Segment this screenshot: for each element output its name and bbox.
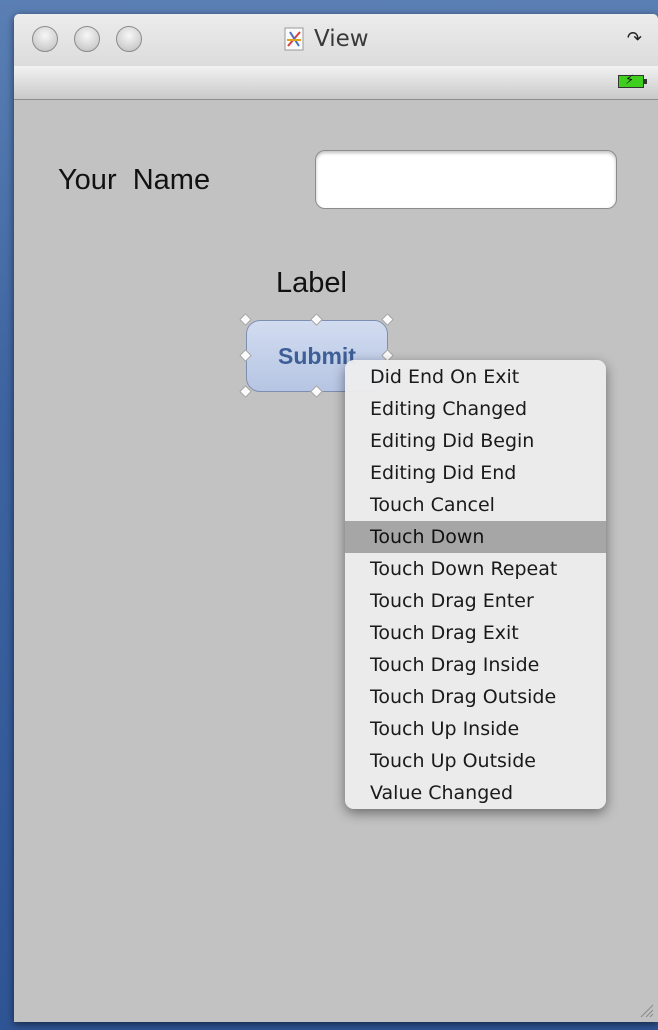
menu-item-touch-down-repeat[interactable]: Touch Down Repeat [345, 553, 606, 585]
menu-item-editing-changed[interactable]: Editing Changed [345, 393, 606, 425]
menu-item-touch-down[interactable]: Touch Down [345, 521, 606, 553]
menu-item-editing-did-begin[interactable]: Editing Did Begin [345, 425, 606, 457]
window-title: View [314, 26, 369, 52]
menu-item-touch-drag-exit[interactable]: Touch Drag Exit [345, 617, 606, 649]
menu-item-did-end-on-exit[interactable]: Did End On Exit [345, 361, 606, 393]
menu-item-value-changed[interactable]: Value Changed [345, 777, 606, 809]
title-bar[interactable]: View ↷ [14, 14, 658, 67]
name-input[interactable] [315, 150, 617, 209]
window-title-group: View [284, 24, 369, 54]
menu-item-touch-up-inside[interactable]: Touch Up Inside [345, 713, 606, 745]
status-bar: ⚡ [14, 66, 658, 100]
menu-item-touch-up-outside[interactable]: Touch Up Outside [345, 745, 606, 777]
rotate-icon[interactable]: ↷ [627, 28, 642, 49]
menu-item-touch-drag-enter[interactable]: Touch Drag Enter [345, 585, 606, 617]
minimize-button[interactable] [74, 26, 100, 52]
interface-builder-document-icon [284, 27, 306, 51]
simulator-window: View ↷ ⚡ Your Name Label Submit Did End … [14, 14, 658, 1022]
battery-charging-icon: ⚡ [618, 73, 647, 88]
zoom-button[interactable] [116, 26, 142, 52]
menu-item-touch-drag-inside[interactable]: Touch Drag Inside [345, 649, 606, 681]
menu-item-touch-drag-outside[interactable]: Touch Drag Outside [345, 681, 606, 713]
close-button[interactable] [32, 26, 58, 52]
menu-item-touch-cancel[interactable]: Touch Cancel [345, 489, 606, 521]
resize-grip-icon[interactable] [638, 1002, 654, 1018]
menu-item-editing-did-end[interactable]: Editing Did End [345, 457, 606, 489]
events-context-menu: Did End On Exit Editing Changed Editing … [345, 360, 606, 809]
output-label: Label [276, 267, 347, 299]
your-name-label: Your Name [58, 164, 211, 196]
